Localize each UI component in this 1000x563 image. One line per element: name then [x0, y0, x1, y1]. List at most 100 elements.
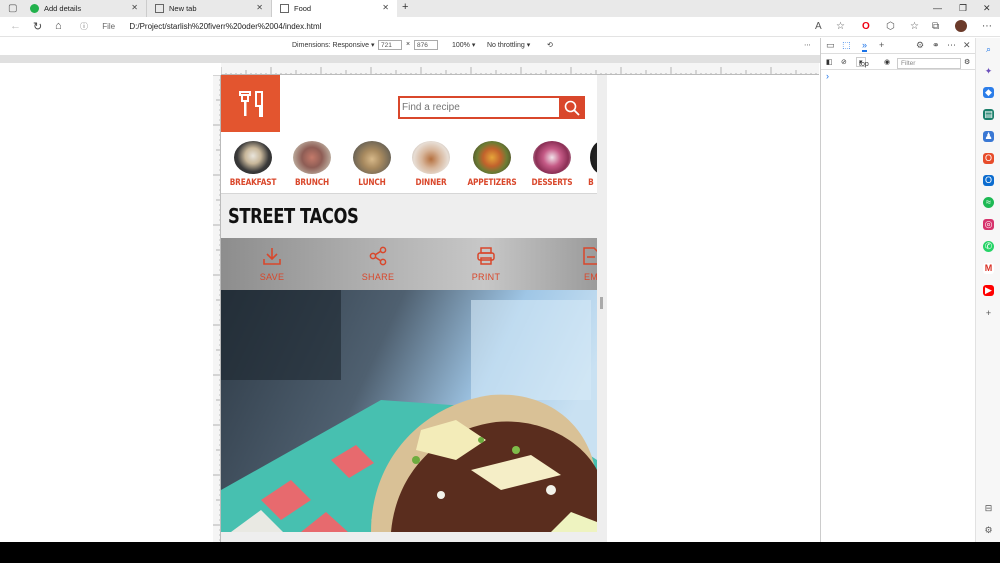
category-label: B [588, 178, 594, 188]
close-icon[interactable]: ✕ [256, 3, 263, 12]
settings-icon[interactable]: ⚙ [916, 40, 924, 51]
tab-title: New tab [169, 4, 197, 13]
address-bar: ← ↻ ⌂ ⓘ File D:/Project/starlish%20fiver… [0, 17, 1000, 37]
read-aloud-icon[interactable]: A [815, 21, 822, 32]
add-tab-icon[interactable]: + [879, 40, 884, 50]
category-dinner[interactable]: DINNER [401, 139, 461, 188]
email-icon [583, 247, 597, 265]
info-icon: ⓘ [80, 22, 88, 31]
device-more-icon[interactable]: ⋯ [804, 41, 811, 49]
device-toolbar: Dimensions: Responsive ▾ 721 × 876 100% … [0, 38, 820, 53]
search-button[interactable] [559, 96, 585, 119]
close-icon[interactable]: ✕ [131, 3, 138, 12]
tab-food[interactable]: Food ✕ [272, 0, 397, 17]
refresh-icon[interactable]: ↻ [33, 20, 42, 33]
clear-console-icon[interactable]: ⊘ [841, 58, 847, 66]
category-appetizers[interactable]: APPETIZERS [462, 139, 522, 188]
search-icon [564, 100, 580, 116]
sidebar-toggle-icon[interactable]: ◧ [826, 58, 833, 66]
back-icon[interactable]: ← [10, 20, 21, 32]
resize-handle-icon[interactable] [600, 297, 603, 309]
more-tabs-icon[interactable]: » [862, 40, 868, 52]
devtools-panel: ▭ ⬚ » + ⚙ ⚭ ⋯ ✕ ◧ ⊘ top ▾ ◉ Filter ⚙ › [820, 38, 976, 542]
avatar[interactable] [955, 20, 967, 32]
console-filter-input[interactable]: Filter [897, 58, 961, 69]
minimize-icon[interactable]: — [933, 3, 942, 13]
zoom-dropdown[interactable]: 100% ▾ [452, 41, 475, 49]
throttling-label: No throttling [487, 42, 525, 49]
eye-icon[interactable]: ◉ [884, 58, 890, 66]
site-logo[interactable] [221, 75, 280, 132]
instagram-icon[interactable]: ◎ [983, 219, 994, 230]
new-tab-icon[interactable]: + [402, 1, 408, 13]
utensils-logo-icon [238, 90, 263, 117]
action-label: PRINT [471, 272, 501, 282]
search-input[interactable] [400, 98, 560, 117]
category-thumbnail [412, 141, 450, 174]
email-button[interactable]: EM [561, 246, 597, 282]
devtools-more-icon[interactable]: ⋯ [947, 40, 956, 51]
category-desserts[interactable]: DESSERTS [522, 139, 582, 188]
category-partial[interactable]: B [574, 139, 597, 188]
category-thumbnail [533, 141, 571, 174]
category-brunch[interactable]: BRUNCH [282, 139, 342, 188]
throttling-dropdown[interactable]: No throttling ▾ [487, 41, 530, 49]
category-label: BRUNCH [294, 178, 330, 188]
tools-icon[interactable]: ▤ [983, 109, 994, 120]
viewport-resize-bottom[interactable] [221, 532, 607, 542]
category-lunch[interactable]: LUNCH [342, 139, 402, 188]
opera-extension-icon[interactable]: O [862, 21, 870, 32]
whatsapp-icon[interactable]: ✆ [983, 241, 994, 252]
collections-icon[interactable]: ⧉ [932, 21, 939, 32]
save-button[interactable]: SAVE [242, 246, 302, 282]
add-app-icon[interactable]: + [983, 308, 994, 319]
dimensions-label: Dimensions: Responsive [292, 42, 370, 49]
category-thumbnail [293, 141, 331, 174]
category-label: LUNCH [358, 178, 386, 188]
times-sign: × [406, 41, 411, 48]
tab-favicon-icon [155, 4, 164, 13]
device-emulation-icon[interactable]: ▭ [826, 40, 835, 51]
spotify-icon[interactable]: ≈ [983, 197, 994, 208]
search-icon[interactable]: ⌕ [983, 44, 994, 55]
home-icon[interactable]: ⌂ [55, 20, 62, 32]
category-label: DESSERTS [531, 178, 573, 188]
share-button[interactable]: SHARE [348, 246, 408, 282]
inspect-icon[interactable]: ⬚ [842, 40, 851, 51]
sidebar-settings-icon[interactable]: ⚙ [983, 525, 994, 536]
dimensions-dropdown[interactable]: Dimensions: Responsive ▾ [292, 41, 375, 49]
copilot-icon[interactable]: ✦ [983, 66, 994, 77]
games-icon[interactable]: ♟ [983, 131, 994, 142]
context-selector[interactable]: top ▾ [856, 57, 869, 68]
youtube-icon[interactable]: ▶ [983, 285, 994, 296]
url-field[interactable]: ⓘ File D:/Project/starlish%20fiverr%20od… [80, 21, 321, 32]
window-close-icon[interactable]: ✕ [983, 3, 991, 14]
action-label: EM [583, 272, 597, 282]
width-input[interactable]: 721 [378, 40, 402, 50]
tab-add-details[interactable]: Add details ✕ [22, 0, 147, 17]
favorites-icon[interactable]: ☆ [910, 21, 919, 32]
tab-new-tab[interactable]: New tab ✕ [147, 0, 272, 17]
extensions-icon[interactable]: ⬡ [886, 21, 895, 32]
office-icon[interactable]: O [983, 153, 994, 164]
more-icon[interactable]: ⋯ [982, 21, 992, 32]
category-thumbnail [473, 141, 511, 174]
customize-icon[interactable]: ⚭ [932, 40, 940, 51]
shopping-icon[interactable]: ◆ [983, 87, 994, 98]
height-input[interactable]: 876 [414, 40, 438, 50]
devtools-close-icon[interactable]: ✕ [963, 40, 971, 51]
outlook-icon[interactable]: O [983, 175, 994, 186]
split-screen-icon[interactable]: ⊟ [983, 503, 994, 514]
gmail-icon[interactable]: M [983, 263, 994, 274]
favorite-icon[interactable]: ☆ [836, 21, 845, 32]
category-breakfast[interactable]: BREAKFAST [223, 139, 283, 188]
close-icon[interactable]: ✕ [382, 3, 389, 12]
console-prompt[interactable]: › [826, 71, 829, 81]
restore-icon[interactable]: ❐ [959, 3, 967, 14]
print-button[interactable]: PRINT [456, 246, 516, 282]
category-label: BREAKFAST [229, 178, 277, 188]
rotate-icon[interactable]: ⟲ [547, 41, 553, 49]
tab-actions-icon[interactable]: ▢ [8, 3, 17, 14]
console-settings-icon[interactable]: ⚙ [964, 58, 970, 66]
vertical-ruler [213, 75, 221, 542]
